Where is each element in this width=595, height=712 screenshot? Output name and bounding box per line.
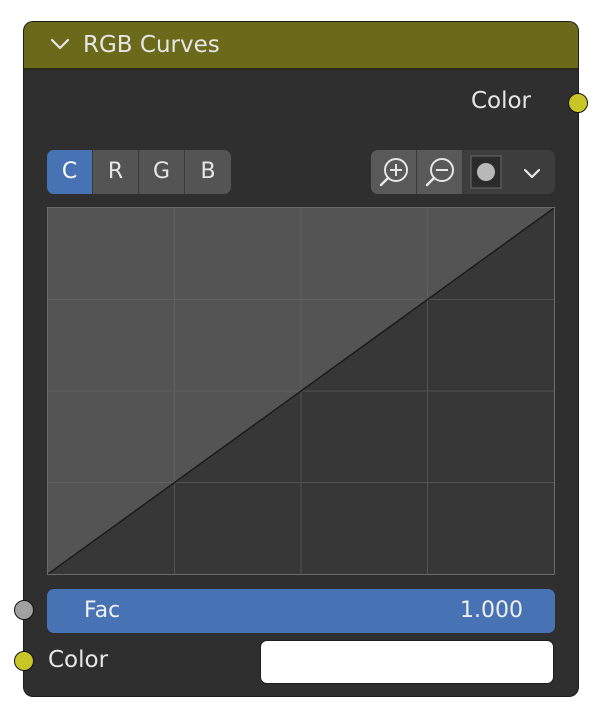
- color-swatch[interactable]: [260, 640, 554, 684]
- tab-red[interactable]: R: [93, 150, 139, 194]
- fac-input-socket[interactable]: [14, 600, 34, 620]
- output-color-label: Color: [470, 88, 531, 114]
- curve-canvas[interactable]: [48, 208, 554, 574]
- curve-menu-button[interactable]: [509, 150, 555, 194]
- tab-green[interactable]: G: [139, 150, 185, 194]
- fac-slider[interactable]: Fac 1.000: [47, 589, 555, 633]
- color-input-socket[interactable]: [14, 651, 34, 671]
- tab-combined[interactable]: C: [47, 150, 93, 194]
- fac-label: Fac: [84, 598, 121, 623]
- node-header[interactable]: RGB Curves: [24, 22, 578, 70]
- curve-channel-tabs: C R G B: [47, 150, 231, 194]
- node-title: RGB Curves: [83, 32, 220, 58]
- curve-graph[interactable]: [47, 207, 555, 575]
- tab-blue[interactable]: B: [185, 150, 231, 194]
- zoom-in-button[interactable]: [371, 150, 417, 194]
- clipping-icon: [470, 155, 502, 189]
- output-color-socket[interactable]: [568, 93, 588, 113]
- rgb-curves-node[interactable]: RGB Curves Color C R G B Fac 1.000 Color: [24, 22, 578, 696]
- zoom-out-button[interactable]: [417, 150, 463, 194]
- zoom-in-icon: [379, 158, 408, 187]
- clipping-options-button[interactable]: [463, 150, 509, 194]
- input-color-label: Color: [48, 647, 109, 673]
- chevron-down-icon: [523, 168, 541, 179]
- fac-value: 1.000: [460, 598, 523, 623]
- collapse-chevron-icon[interactable]: [50, 36, 70, 52]
- curve-tools: [371, 150, 555, 194]
- zoom-out-icon: [425, 158, 454, 187]
